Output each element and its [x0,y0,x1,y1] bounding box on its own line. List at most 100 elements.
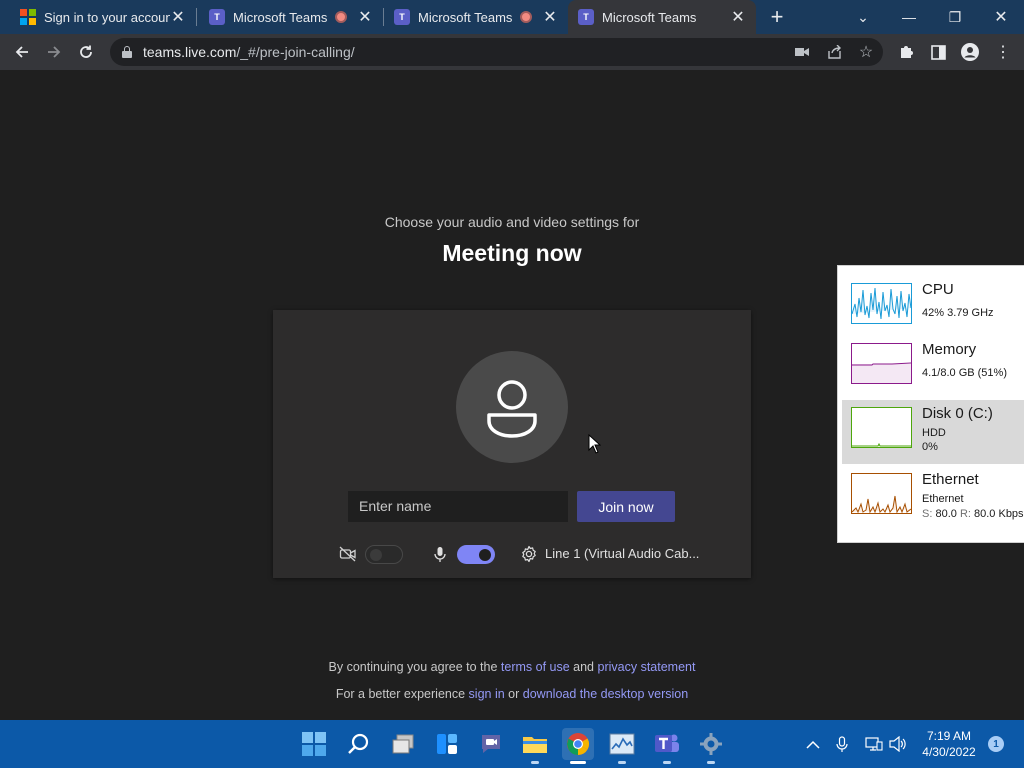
back-button[interactable] [8,38,36,66]
minimize-button[interactable]: — [886,0,932,34]
disk-graph [851,407,912,448]
memory-graph [851,343,912,384]
lock-icon[interactable] [122,46,132,58]
start-button[interactable] [298,728,330,760]
close-window-button[interactable]: ✕ [978,0,1024,34]
tab-sign-in[interactable]: Sign in to your account ✕ [0,0,196,34]
recording-indicator-icon [335,11,347,23]
task-view-button[interactable] [387,728,419,760]
reload-button[interactable] [72,38,100,66]
notification-badge[interactable]: 1 [988,736,1004,752]
widgets-button[interactable] [431,728,463,760]
receive-value: 80.0 Kbps [974,508,1024,520]
microsoft-logo-icon [20,9,36,25]
settings-gear-icon[interactable] [520,545,538,568]
tab-teams-1[interactable]: T Microsoft Teams ✕ [197,0,383,34]
tm-detail: 42% 3.79 GHz [922,307,994,319]
task-manager-icon [609,733,635,755]
running-indicator [663,761,671,764]
search-button[interactable] [343,728,375,760]
camera-off-icon [339,546,357,567]
task-manager-button[interactable] [606,728,638,764]
tm-item-memory[interactable]: Memory 4.1/8.0 GB (51%) [842,336,1024,400]
recording-indicator-icon [520,11,532,23]
show-hidden-icons-chevron-icon[interactable] [803,734,823,754]
profile-icon[interactable] [960,42,980,62]
teams-icon: T [578,9,594,25]
back-arrow-icon [15,46,28,58]
file-explorer-button[interactable] [519,728,551,764]
tab-title: Sign in to your account [44,9,170,25]
close-tab-icon[interactable]: ✕ [170,9,186,26]
url-text: teams.live.com/_#/pre-join-calling/ [143,44,355,60]
send-value: 80.0 [935,508,957,520]
join-now-button[interactable]: Join now [577,491,675,522]
tm-label: Ethernet [922,471,979,488]
microphone-icon [433,546,447,568]
tab-title: Microsoft Teams [602,9,697,25]
tm-detail: 4.1/8.0 GB (51%) [922,367,1007,379]
settings-app-button[interactable] [695,728,727,764]
running-indicator [618,761,626,764]
side-panel-icon[interactable] [928,42,948,62]
cpu-graph [851,283,912,324]
desktop-notice: For a better experience sign in or downl… [0,687,1024,701]
tm-label: Memory [922,341,977,358]
tab-search-icon[interactable]: ⌄ [840,0,886,34]
close-tab-icon[interactable]: ✕ [542,9,558,26]
share-icon[interactable] [826,44,842,60]
terms-of-use-link[interactable]: terms of use [501,660,570,674]
privacy-statement-link[interactable]: privacy statement [598,660,696,674]
volume-icon[interactable] [888,734,908,754]
teams-app-button[interactable] [651,728,683,764]
camera-toggle[interactable] [365,545,403,564]
close-tab-icon[interactable]: ✕ [730,9,746,26]
tab-teams-active[interactable]: T Microsoft Teams ✕ [568,0,756,34]
network-icon[interactable] [864,734,884,754]
legal-text: By continuing you agree to the [328,660,498,674]
tab-teams-2[interactable]: T Microsoft Teams ✕ [384,0,568,34]
legal-text: For a better experience [335,687,466,701]
chat-icon [482,735,500,753]
url-path: /_#/pre-join-calling/ [236,44,355,60]
tm-detail: HDD [922,427,946,439]
sign-in-link[interactable]: sign in [469,687,505,701]
tab-title: Microsoft Teams [418,9,513,25]
chrome-button[interactable] [562,728,594,764]
bookmark-star-icon[interactable]: ☆ [858,44,874,61]
microphone-toggle[interactable] [457,545,495,564]
audio-device-label[interactable]: Line 1 (Virtual Audio Cab... [545,546,699,561]
ethernet-graph [851,473,912,514]
legal-notice: By continuing you agree to the terms of … [0,660,1024,674]
folder-icon [523,737,547,753]
task-view-icon [392,734,414,754]
reload-icon [80,45,92,58]
running-indicator [570,761,586,764]
teams-chat-button[interactable] [475,728,507,760]
teams-icon: T [209,9,225,25]
address-bar[interactable]: teams.live.com/_#/pre-join-calling/ ☆ [110,38,883,66]
close-tab-icon[interactable]: ✕ [357,9,373,26]
name-input[interactable] [348,491,568,522]
menu-kebab-icon[interactable]: ⋮ [993,42,1013,62]
tm-item-disk[interactable]: Disk 0 (C:) HDD 0% [842,400,1024,464]
widgets-icon [437,734,457,754]
running-indicator [531,761,539,764]
forward-arrow-icon [48,46,61,58]
forward-button[interactable] [40,38,68,66]
restore-button[interactable]: ❐ [932,0,978,34]
microphone-in-use-icon[interactable] [832,734,852,754]
windows-taskbar: 7:19 AM 4/30/2022 1 [0,720,1024,768]
extensions-icon[interactable] [896,42,916,62]
camera-in-use-icon[interactable] [794,44,810,60]
avatar [456,351,568,463]
download-desktop-link[interactable]: download the desktop version [523,687,688,701]
tm-item-ethernet[interactable]: Ethernet Ethernet S: 80.0 R: 80.0 Kbps [842,466,1024,530]
system-clock[interactable]: 7:19 AM 4/30/2022 [912,728,986,760]
tm-item-cpu[interactable]: CPU 42% 3.79 GHz [842,276,1024,340]
new-tab-button[interactable]: + [764,4,790,30]
person-icon [487,380,537,438]
task-manager-performance-panel: CPU 42% 3.79 GHz Memory 4.1/8.0 GB (51%)… [837,265,1024,543]
search-icon [348,733,369,754]
teams-icon: T [394,9,410,25]
